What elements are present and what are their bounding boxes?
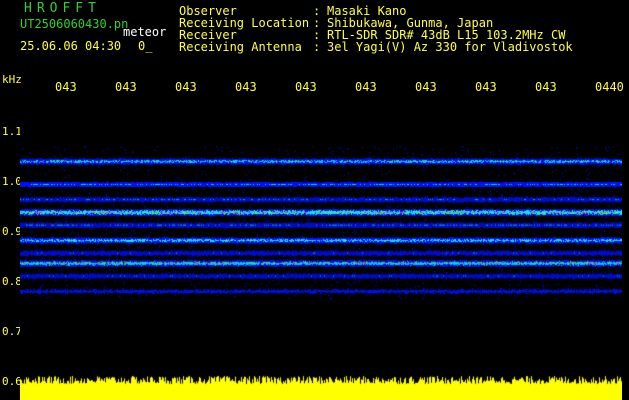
x-tick: 043 (175, 80, 197, 94)
meteor-count: 0_ (138, 39, 153, 53)
y-tick: 1.0 (2, 175, 22, 188)
axis-unit: kHz (2, 73, 22, 86)
x-tick: 043 (115, 80, 137, 94)
y-tick: 0.8 (2, 275, 22, 288)
y-tick: 0.7 (2, 325, 22, 338)
x-tick: 043 (295, 80, 317, 94)
antenna-label: Receiving Antenna (179, 40, 302, 54)
x-tick: 043 (355, 80, 377, 94)
app-title: HROFFT (24, 1, 101, 16)
x-tick: 043 (475, 80, 497, 94)
datetime: 25.06.06 04:30 (20, 39, 122, 53)
y-tick: 0.6 (2, 375, 22, 388)
spectrogram-canvas (20, 100, 622, 400)
y-tick: 0.9 (2, 225, 22, 238)
colon: : (313, 40, 321, 54)
filename: UT2506060430.pn (20, 17, 129, 31)
x-tick: 043 (55, 80, 77, 94)
y-tick: 1.1 (2, 125, 22, 138)
x-tick: 043 (235, 80, 257, 94)
x-tick: 043 (415, 80, 437, 94)
hrofft-window: HROFFT UT2506060430.pn meteor 25.06.06 0… (0, 0, 629, 400)
x-tick: 043 (535, 80, 557, 94)
x-tick: 0440 (595, 80, 624, 94)
meteor-label: meteor (123, 25, 167, 39)
antenna-value: 3el Yagi(V) Az 330 for Vladivostok (327, 40, 573, 54)
